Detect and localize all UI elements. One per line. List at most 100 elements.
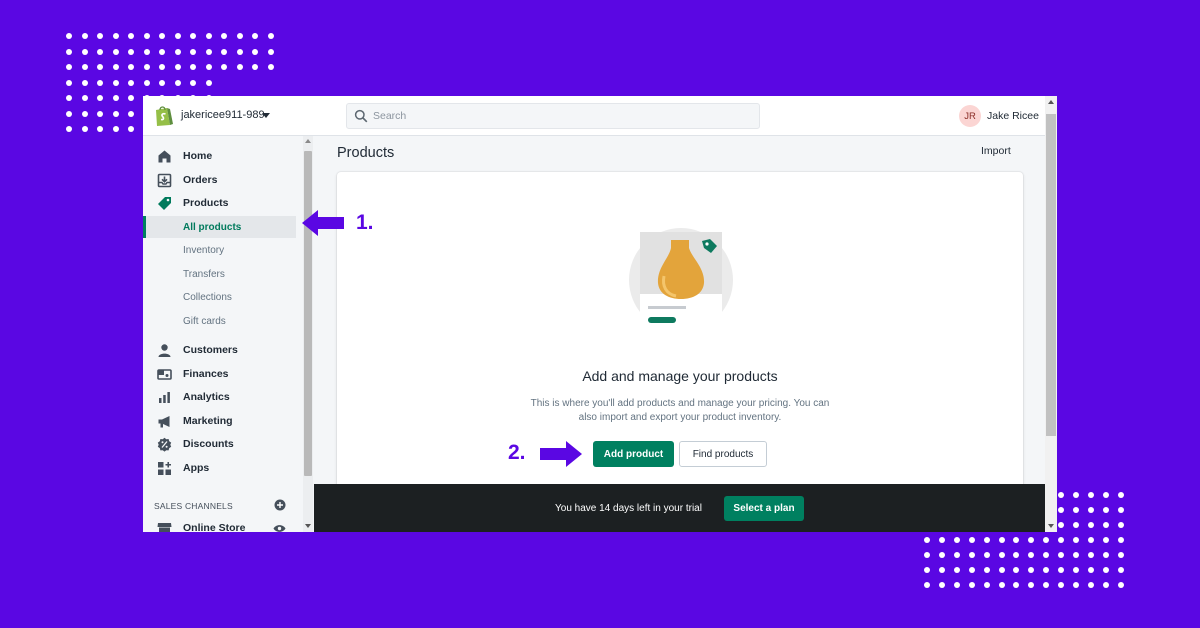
decorative-dot [1028,567,1035,573]
add-circle-icon[interactable] [274,499,286,511]
main-content: Products Import Add and manage your prod… [313,136,1045,532]
decorative-dot [1073,582,1079,588]
decorative-dot [174,33,181,39]
import-button[interactable]: Import [981,145,1011,157]
main-scrollbar-thumb[interactable] [1046,114,1056,436]
decorative-dot [252,64,258,70]
shopify-logo-icon [156,106,173,126]
store-name[interactable]: jakericee911-989 [181,109,265,121]
decorative-dot [221,48,227,55]
decorative-dot [1013,552,1020,558]
sidebar-item-label: Home [183,150,213,162]
decorative-dot [128,95,134,101]
search-input[interactable] [373,108,743,124]
decorative-dot [998,537,1005,543]
sidebar-item-collections[interactable]: Collections [143,286,296,308]
decorative-dot [968,567,975,573]
decorative-dot [983,537,990,543]
sidebar-item-orders[interactable]: Orders [143,169,296,191]
sidebar-item-online-store[interactable]: Online Store [143,517,296,532]
sidebar-item-label: Online Store [183,522,246,532]
sidebar-item-products[interactable]: Products [143,192,296,214]
decorative-dot [1043,582,1050,588]
decorative-dot [1013,567,1020,573]
decorative-dot [924,537,930,543]
decorative-dot [1043,567,1050,573]
decorative-dot [1117,567,1124,573]
decorative-dot [66,64,72,70]
sidebar-item-customers[interactable]: Customers [143,339,296,361]
scroll-down-arrow-icon[interactable] [305,524,311,528]
decorative-dot [983,567,990,573]
decorative-dot [1102,537,1109,543]
decorative-dot [143,33,150,39]
find-products-button[interactable]: Find products [679,441,767,467]
annotation-step-2: 2. [508,441,526,464]
sidebar-item-home[interactable]: Home [143,145,296,167]
trial-banner: You have 14 days left in your trial Sele… [314,484,1045,532]
sidebar-item-label: Analytics [183,391,230,403]
decorative-dot [1117,582,1124,588]
sidebar-item-finances[interactable]: Finances [143,363,296,385]
decorative-dot [128,126,134,132]
decorative-dot [1058,522,1065,528]
decorative-dot [128,33,134,39]
decorative-dot [1058,567,1065,573]
decorative-dot [1117,552,1124,558]
decorative-dot [97,126,103,132]
search-box[interactable] [346,103,760,129]
decorative-dot [221,64,227,70]
decorative-dot [97,33,103,39]
add-product-button[interactable]: Add product [593,441,674,467]
decorative-dot [998,552,1005,558]
apps-icon [158,461,171,475]
scroll-up-arrow-icon[interactable] [305,139,311,143]
decorative-dot [174,64,181,70]
decorative-dot [81,33,88,39]
decorative-dot [81,126,88,132]
sidebar-item-gift-cards[interactable]: Gift cards [143,310,296,332]
sidebar-item-marketing[interactable]: Marketing [143,410,296,432]
scroll-down-arrow-icon[interactable] [1048,524,1054,528]
app-window: jakericee911-989 JR Jake Ricee Home Orde… [143,96,1057,532]
decorative-dot [81,64,88,70]
analytics-icon [159,391,170,403]
decorative-dot [66,95,72,101]
trial-message: You have 14 days left in your trial [555,503,702,514]
decorative-dot [190,33,196,39]
select-plan-button[interactable]: Select a plan [724,496,804,521]
sidebar-item-apps[interactable]: Apps [143,457,296,479]
sidebar-item-analytics[interactable]: Analytics [143,386,296,408]
sidebar-item-transfers[interactable]: Transfers [143,263,296,285]
sidebar-item-label: Gift cards [183,315,226,327]
sidebar-item-label: Apps [183,462,210,474]
sidebar-item-label: Customers [183,344,238,356]
decorative-dot [1102,552,1109,558]
decorative-dot [938,582,945,588]
sidebar-item-all-products[interactable]: All products [143,216,296,238]
decorative-dot [267,33,274,39]
sidebar-scrollbar-thumb[interactable] [304,151,312,476]
decorative-dot [159,79,165,86]
sidebar-item-discounts[interactable]: Discounts [143,433,296,455]
sidebar-item-label: Collections [183,291,232,303]
sidebar-item-inventory[interactable]: Inventory [143,239,296,261]
avatar[interactable]: JR [959,105,981,127]
decorative-dot [1117,492,1124,498]
decorative-dot [112,33,119,39]
decorative-dot [159,33,165,39]
decorative-dot [112,48,119,55]
decorative-dot [1058,507,1065,513]
decorative-dot [205,48,212,55]
search-icon [354,109,368,123]
decorative-dot [97,48,103,55]
user-name[interactable]: Jake Ricee [987,110,1039,122]
chevron-down-icon[interactable] [262,113,270,118]
eye-icon[interactable] [273,524,286,533]
scroll-up-arrow-icon[interactable] [1048,100,1054,104]
decorative-dot [174,48,181,55]
decorative-dot [252,48,258,55]
empty-state-description: This is where you'll add products and ma… [530,398,830,423]
sidebar-item-label: Orders [183,174,218,186]
decorative-dot [968,582,975,588]
